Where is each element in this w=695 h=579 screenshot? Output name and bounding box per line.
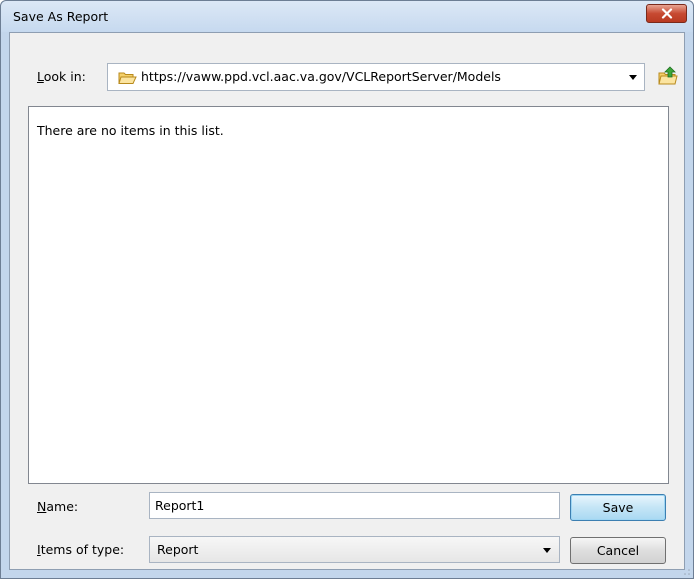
empty-list-message: There are no items in this list.	[37, 123, 224, 138]
name-label: Name:	[37, 499, 79, 514]
items-of-type-label: Items of type:	[37, 542, 125, 557]
cancel-button-label: Cancel	[596, 543, 640, 558]
folder-icon	[118, 72, 137, 84]
name-input[interactable]: Report1	[149, 492, 560, 519]
name-input-value: Report1	[155, 498, 205, 513]
title-bar[interactable]: Save As Report	[1, 1, 693, 32]
close-button[interactable]	[646, 4, 687, 23]
look-in-path: https://vaww.ppd.vcl.aac.va.gov/VCLRepor…	[141, 69, 501, 84]
items-of-type-dropdown[interactable]: Report	[149, 536, 560, 563]
save-button[interactable]: Save	[570, 494, 666, 521]
up-one-level-icon	[658, 66, 678, 85]
cancel-button[interactable]: Cancel	[570, 537, 666, 564]
save-as-report-dialog: Save As Report Look in: https://vaww.ppd…	[0, 0, 694, 579]
items-of-type-value: Report	[157, 542, 199, 557]
look-in-label: Look in:	[37, 69, 86, 84]
file-list[interactable]: There are no items in this list.	[28, 106, 669, 484]
up-one-level-button[interactable]	[656, 65, 680, 89]
chevron-down-icon[interactable]	[543, 548, 551, 553]
resize-grip-icon[interactable]	[683, 568, 691, 576]
chevron-down-icon[interactable]	[629, 75, 637, 80]
dialog-title: Save As Report	[13, 9, 109, 24]
look-in-dropdown[interactable]: https://vaww.ppd.vcl.aac.va.gov/VCLRepor…	[107, 63, 645, 91]
close-x-icon	[661, 8, 672, 19]
save-button-label: Save	[602, 500, 634, 515]
